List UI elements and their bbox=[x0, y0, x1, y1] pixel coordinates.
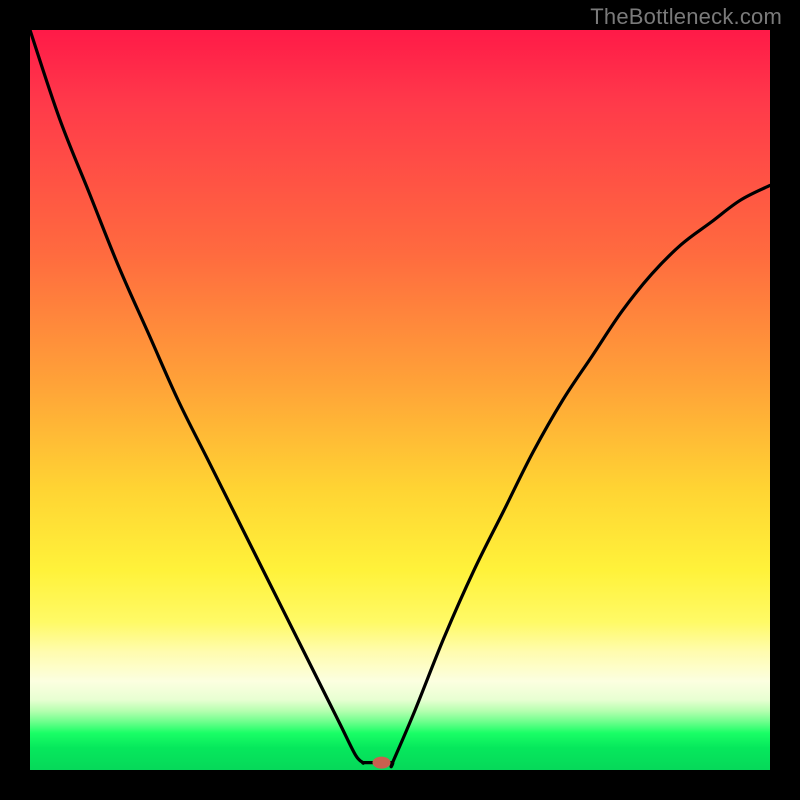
bottleneck-curve bbox=[30, 30, 770, 767]
plot-area bbox=[30, 30, 770, 770]
watermark-text: TheBottleneck.com bbox=[590, 4, 782, 30]
optimal-point-marker bbox=[373, 757, 391, 769]
curve-layer bbox=[30, 30, 770, 770]
chart-frame: TheBottleneck.com bbox=[0, 0, 800, 800]
